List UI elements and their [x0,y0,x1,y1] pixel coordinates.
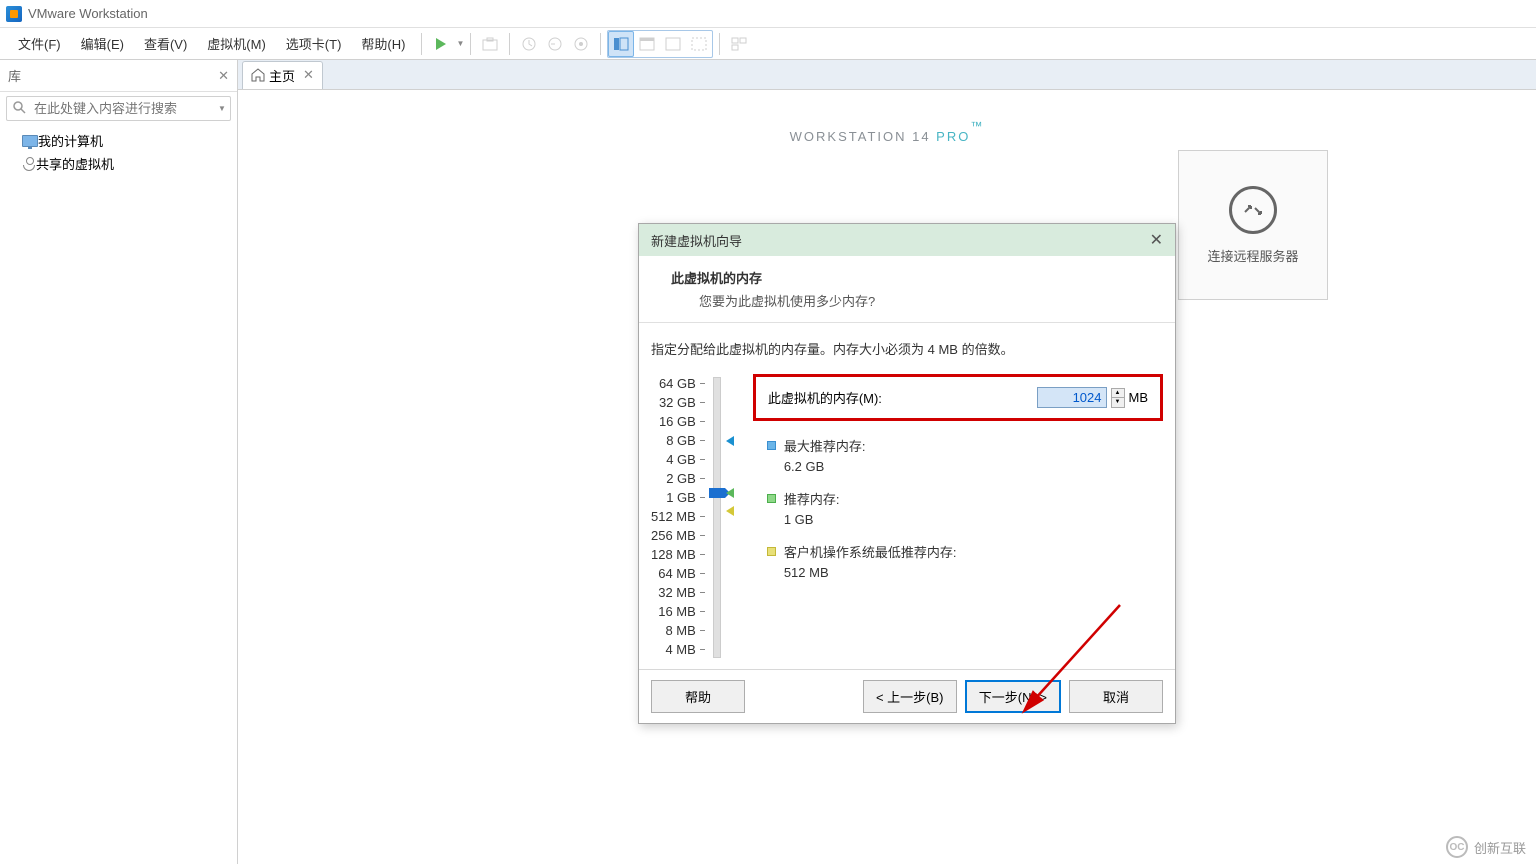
memory-input[interactable] [1037,387,1107,408]
screenshot-button[interactable] [477,31,503,57]
dialog-titlebar[interactable]: 新建虚拟机向导 ✕ [639,224,1175,256]
legend-green-icon [767,494,776,503]
dialog-button-row: 帮助 < 上一步(B) 下一步(N) > 取消 [639,669,1175,723]
view-console-button[interactable] [634,31,660,57]
new-vm-wizard-dialog: 新建虚拟机向导 ✕ 此虚拟机的内存 您要为此虚拟机使用多少内存? 指定分配给此虚… [638,223,1176,724]
menu-vm[interactable]: 虚拟机(M) [197,30,276,57]
slider-thumb[interactable] [709,488,725,498]
window-title: VMware Workstation [28,6,148,21]
search-icon [7,101,32,117]
dialog-body: 指定分配给此虚拟机的内存量。内存大小必须为 4 MB 的倍数。 64 GB 32… [639,323,1175,669]
memory-info-panel: 此虚拟机的内存(M): ▲ ▼ MB 最大推荐内存: 6.2 GB [729,374,1163,661]
memory-ruler: 64 GB 32 GB 16 GB 8 GB 4 GB 2 GB 1 GB 51… [651,374,705,661]
search-dropdown-icon[interactable]: ▼ [212,104,232,113]
tile-label: 连接远程服务器 [1207,246,1298,265]
toolbar-separator [470,33,471,55]
menu-tabs[interactable]: 选项卡(T) [276,30,352,57]
menu-help[interactable]: 帮助(H) [351,30,415,57]
cancel-button[interactable]: 取消 [1069,680,1163,713]
snapshot-manager-button[interactable] [568,31,594,57]
tree-item-label: 共享的虚拟机 [36,154,114,173]
memory-input-wrap: ▲ ▼ MB [1037,387,1149,408]
dialog-header-title: 此虚拟机的内存 [671,268,1151,287]
library-sidebar: 库 ✕ ▼ 我的计算机 共享的虚拟机 [0,60,238,864]
legend-blue-icon [767,441,776,450]
memory-slider[interactable] [713,377,721,658]
sidebar-title: 库 [8,66,21,85]
toolbar-separator [600,33,601,55]
window-title-bar: VMware Workstation [0,0,1536,28]
toolbar-separator [719,33,720,55]
share-icon [22,157,36,171]
page-title: WORKSTATION 14 PRO™ [790,115,985,149]
sidebar-close-button[interactable]: ✕ [218,68,229,84]
view-unity-button[interactable] [686,31,712,57]
tab-label: 主页 [269,66,295,85]
next-button[interactable]: 下一步(N) > [965,680,1061,713]
dialog-instruction: 指定分配给此虚拟机的内存量。内存大小必须为 4 MB 的倍数。 [651,339,1163,358]
power-on-button[interactable] [428,31,454,57]
tab-home[interactable]: 主页 ✕ [242,61,323,89]
menu-bar: 文件(F) 编辑(E) 查看(V) 虚拟机(M) 选项卡(T) 帮助(H) ▼ [0,28,1536,60]
memory-spinner: ▲ ▼ [1111,388,1125,408]
tab-close-button[interactable]: ✕ [303,67,314,83]
rec-min: 客户机操作系统最低推荐内存: 512 MB [767,543,1163,582]
connect-remote-tile[interactable]: 连接远程服务器 [1178,150,1328,300]
spinner-down-button[interactable]: ▼ [1112,398,1124,407]
revert-snapshot-button[interactable] [542,31,568,57]
menu-file[interactable]: 文件(F) [8,30,71,57]
view-fullscreen-button[interactable] [660,31,686,57]
toolbar-separator [421,33,422,55]
spinner-up-button[interactable]: ▲ [1112,389,1124,398]
watermark-icon: OC [1446,836,1468,858]
power-dropdown-icon[interactable]: ▼ [456,39,464,48]
back-button[interactable]: < 上一步(B) [863,680,957,713]
watermark: OC 创新互联 [1446,836,1526,858]
app-icon [6,6,22,22]
view-thumbnail-button[interactable] [726,31,752,57]
rec-recommended: 推荐内存: 1 GB [767,490,1163,529]
memory-layout: 64 GB 32 GB 16 GB 8 GB 4 GB 2 GB 1 GB 51… [651,374,1163,661]
dialog-title: 新建虚拟机向导 [651,231,742,250]
sidebar-header: 库 ✕ [0,60,237,92]
help-button[interactable]: 帮助 [651,680,745,713]
view-sidebar-button[interactable] [608,31,634,57]
snapshot-button[interactable] [516,31,542,57]
dialog-close-button[interactable]: ✕ [1150,230,1163,250]
tab-bar: 主页 ✕ [238,60,1536,90]
dialog-header-subtitle: 您要为此虚拟机使用多少内存? [671,291,1151,310]
rec-max: 最大推荐内存: 6.2 GB [767,437,1163,476]
search-input[interactable] [32,97,212,120]
connect-icon [1229,186,1277,234]
menu-view[interactable]: 查看(V) [134,30,197,57]
library-tree: 我的计算机 共享的虚拟机 [0,125,237,179]
tree-my-computer[interactable]: 我的计算机 [8,129,229,152]
tree-item-label: 我的计算机 [38,131,103,150]
tree-shared-vms[interactable]: 共享的虚拟机 [8,152,229,175]
search-container: ▼ [6,96,231,121]
memory-input-highlight: 此虚拟机的内存(M): ▲ ▼ MB [753,374,1163,421]
toolbar-separator [509,33,510,55]
home-icon [251,68,265,82]
view-mode-group [607,30,713,58]
memory-unit: MB [1129,390,1149,405]
legend-yellow-icon [767,547,776,556]
menu-edit[interactable]: 编辑(E) [71,30,134,57]
memory-input-label: 此虚拟机的内存(M): [768,388,1025,407]
monitor-icon [22,135,38,147]
dialog-header: 此虚拟机的内存 您要为此虚拟机使用多少内存? [639,256,1175,323]
